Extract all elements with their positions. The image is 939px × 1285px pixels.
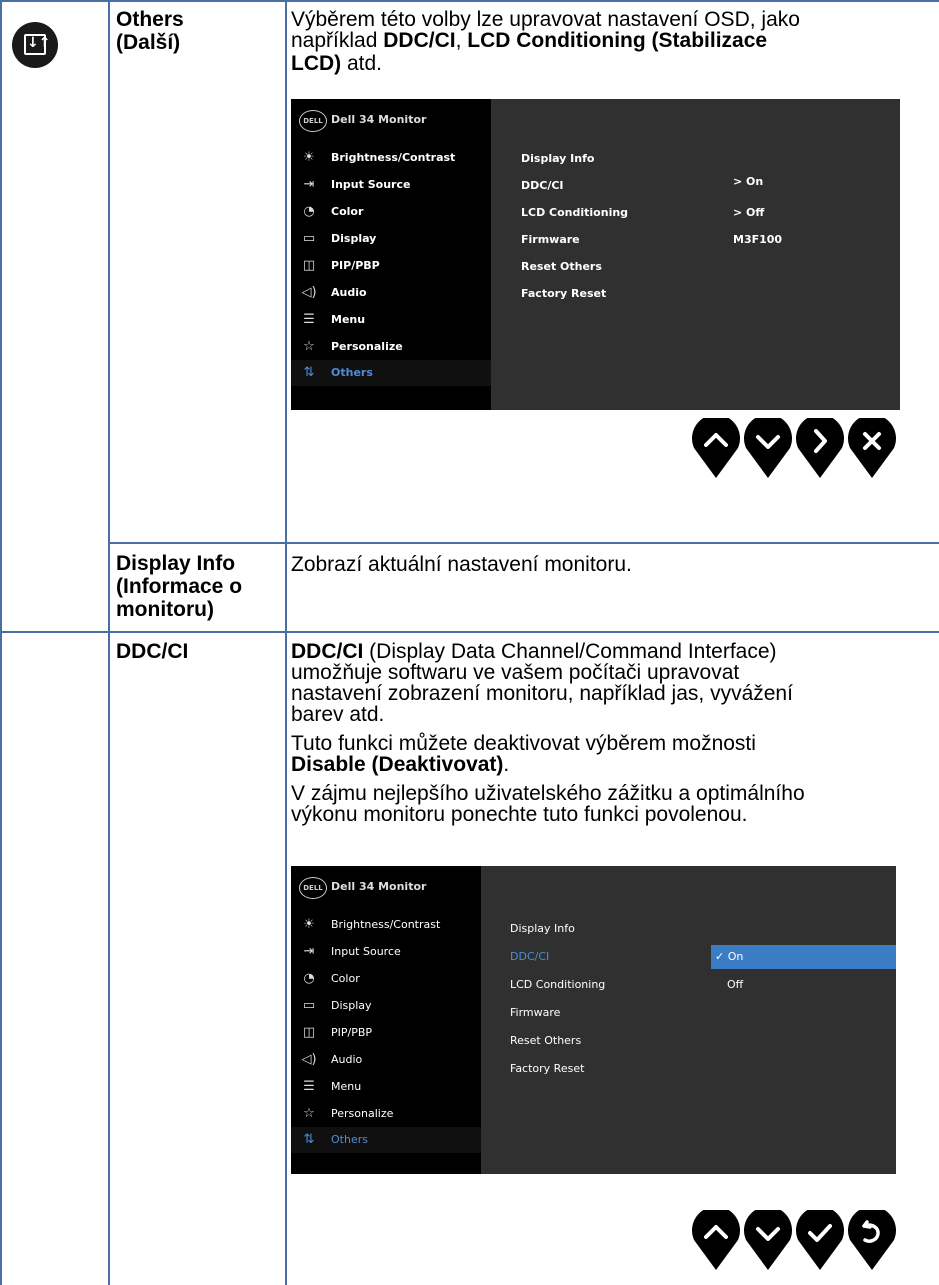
row-title-ddc-ci: DDC/CI bbox=[116, 640, 189, 663]
down-icon[interactable] bbox=[742, 418, 794, 480]
others-icon: ⇅ bbox=[303, 1132, 315, 1147]
osd-value-ddc-ci: > On bbox=[733, 175, 764, 188]
table-border-left bbox=[0, 0, 2, 1285]
back-icon[interactable] bbox=[846, 1210, 898, 1272]
star-icon: ☆ bbox=[303, 1106, 315, 1121]
osd-menu-personalize[interactable]: ☆ Personalize bbox=[291, 1101, 481, 1127]
osd-menu-pip-pbp[interactable]: ◫ PIP/PBP bbox=[291, 253, 491, 279]
osd-item-reset-others[interactable]: Reset Others bbox=[510, 1034, 581, 1047]
color-icon: ◔ bbox=[303, 971, 315, 986]
up-icon[interactable] bbox=[690, 418, 742, 480]
osd-menu-input-source[interactable]: ⇥ Input Source bbox=[291, 939, 481, 965]
dell-logo: DELL bbox=[299, 877, 327, 899]
brightness-icon: ☀ bbox=[303, 150, 315, 165]
audio-icon: ◁) bbox=[301, 1052, 317, 1067]
menu-icon: ☰ bbox=[303, 1079, 315, 1094]
table-border-top bbox=[0, 0, 939, 2]
brightness-icon: ☀ bbox=[303, 917, 315, 932]
down-icon[interactable] bbox=[742, 1210, 794, 1272]
menu-icon: ☰ bbox=[303, 312, 315, 327]
row-description-ddc-ci: DDC/CI (Display Data Channel/Command Int… bbox=[291, 640, 805, 826]
table-border-col2 bbox=[285, 0, 287, 1285]
row-title-display-info: Display Info (Informace o monitoru) bbox=[116, 552, 243, 621]
osd-value-lcd-conditioning: > Off bbox=[733, 206, 765, 219]
osd-screenshot-ddc-ci: DELL Dell 34 Monitor ☀ Brightness/Contras… bbox=[291, 866, 896, 1174]
up-icon[interactable] bbox=[690, 1210, 742, 1272]
osd-menu-audio[interactable]: ◁) Audio bbox=[291, 1047, 481, 1073]
osd-button-bar bbox=[690, 418, 900, 484]
row-title-others: Others (Další) bbox=[116, 8, 184, 54]
others-icon: ↓↑ bbox=[12, 22, 58, 68]
osd-menu-display[interactable]: ▭ Display bbox=[291, 226, 491, 252]
osd-model-title: Dell 34 Monitor bbox=[331, 880, 427, 893]
osd-value-firmware: M3F100 bbox=[733, 233, 783, 246]
osd-button-bar bbox=[690, 1210, 900, 1276]
osd-menu-audio[interactable]: ◁) Audio bbox=[291, 280, 491, 306]
osd-menu-brightness[interactable]: ☀ Brightness/Contrast bbox=[291, 145, 491, 171]
check-icon[interactable] bbox=[794, 1210, 846, 1272]
table-border-row2 bbox=[0, 631, 939, 633]
osd-item-display-info[interactable]: Display Info bbox=[521, 152, 594, 165]
star-icon: ☆ bbox=[303, 339, 315, 354]
others-icon: ⇅ bbox=[303, 365, 315, 380]
osd-item-ddc-ci[interactable]: DDC/CI bbox=[521, 179, 564, 192]
osd-menu-others[interactable]: ⇅ Others bbox=[291, 1127, 481, 1153]
osd-model-title: Dell 34 Monitor bbox=[331, 113, 427, 126]
table-border-row1 bbox=[108, 542, 939, 544]
osd-item-factory-reset[interactable]: Factory Reset bbox=[510, 1062, 584, 1075]
osd-item-ddc-ci[interactable]: DDC/CI bbox=[510, 950, 549, 963]
pip-pbp-icon: ◫ bbox=[302, 1025, 316, 1040]
table-border-col1 bbox=[108, 0, 110, 1285]
close-icon[interactable] bbox=[846, 418, 898, 480]
osd-menu-menu[interactable]: ☰ Menu bbox=[291, 1074, 481, 1100]
osd-item-lcd-conditioning[interactable]: LCD Conditioning bbox=[510, 978, 605, 991]
input-source-icon: ⇥ bbox=[303, 944, 315, 959]
osd-menu-menu[interactable]: ☰ Menu bbox=[291, 307, 491, 333]
osd-item-reset-others[interactable]: Reset Others bbox=[521, 260, 602, 273]
pip-pbp-icon: ◫ bbox=[302, 258, 316, 273]
osd-menu-personalize[interactable]: ☆ Personalize bbox=[291, 334, 491, 360]
osd-item-firmware[interactable]: Firmware bbox=[521, 233, 580, 246]
osd-option-on[interactable]: ✓ On bbox=[715, 950, 743, 963]
osd-menu-color[interactable]: ◔ Color bbox=[291, 966, 481, 992]
right-icon[interactable] bbox=[794, 418, 846, 480]
row-description-display-info: Zobrazí aktuální nastavení monitoru. bbox=[291, 553, 632, 576]
osd-menu-brightness[interactable]: ☀ Brightness/Contrast bbox=[291, 912, 481, 938]
osd-menu-others[interactable]: ⇅ Others bbox=[291, 360, 491, 386]
audio-icon: ◁) bbox=[301, 285, 317, 300]
color-icon: ◔ bbox=[303, 204, 315, 219]
osd-menu-color[interactable]: ◔ Color bbox=[291, 199, 491, 225]
display-icon: ▭ bbox=[302, 231, 316, 246]
osd-menu-input-source[interactable]: ⇥ Input Source bbox=[291, 172, 491, 198]
osd-screenshot-others: DELL Dell 34 Monitor ☀ Brightness/Contras… bbox=[291, 99, 900, 410]
dell-logo: DELL bbox=[299, 110, 327, 132]
osd-menu-pip-pbp[interactable]: ◫ PIP/PBP bbox=[291, 1020, 481, 1046]
osd-item-lcd-conditioning[interactable]: LCD Conditioning bbox=[521, 206, 628, 219]
osd-item-firmware[interactable]: Firmware bbox=[510, 1006, 560, 1019]
row-description-others: Výběrem této volby lze upravovat nastave… bbox=[291, 8, 800, 75]
osd-item-display-info[interactable]: Display Info bbox=[510, 922, 575, 935]
input-source-icon: ⇥ bbox=[303, 177, 315, 192]
osd-menu-display[interactable]: ▭ Display bbox=[291, 993, 481, 1019]
osd-item-factory-reset[interactable]: Factory Reset bbox=[521, 287, 606, 300]
osd-option-off[interactable]: Off bbox=[727, 978, 743, 991]
display-icon: ▭ bbox=[302, 998, 316, 1013]
